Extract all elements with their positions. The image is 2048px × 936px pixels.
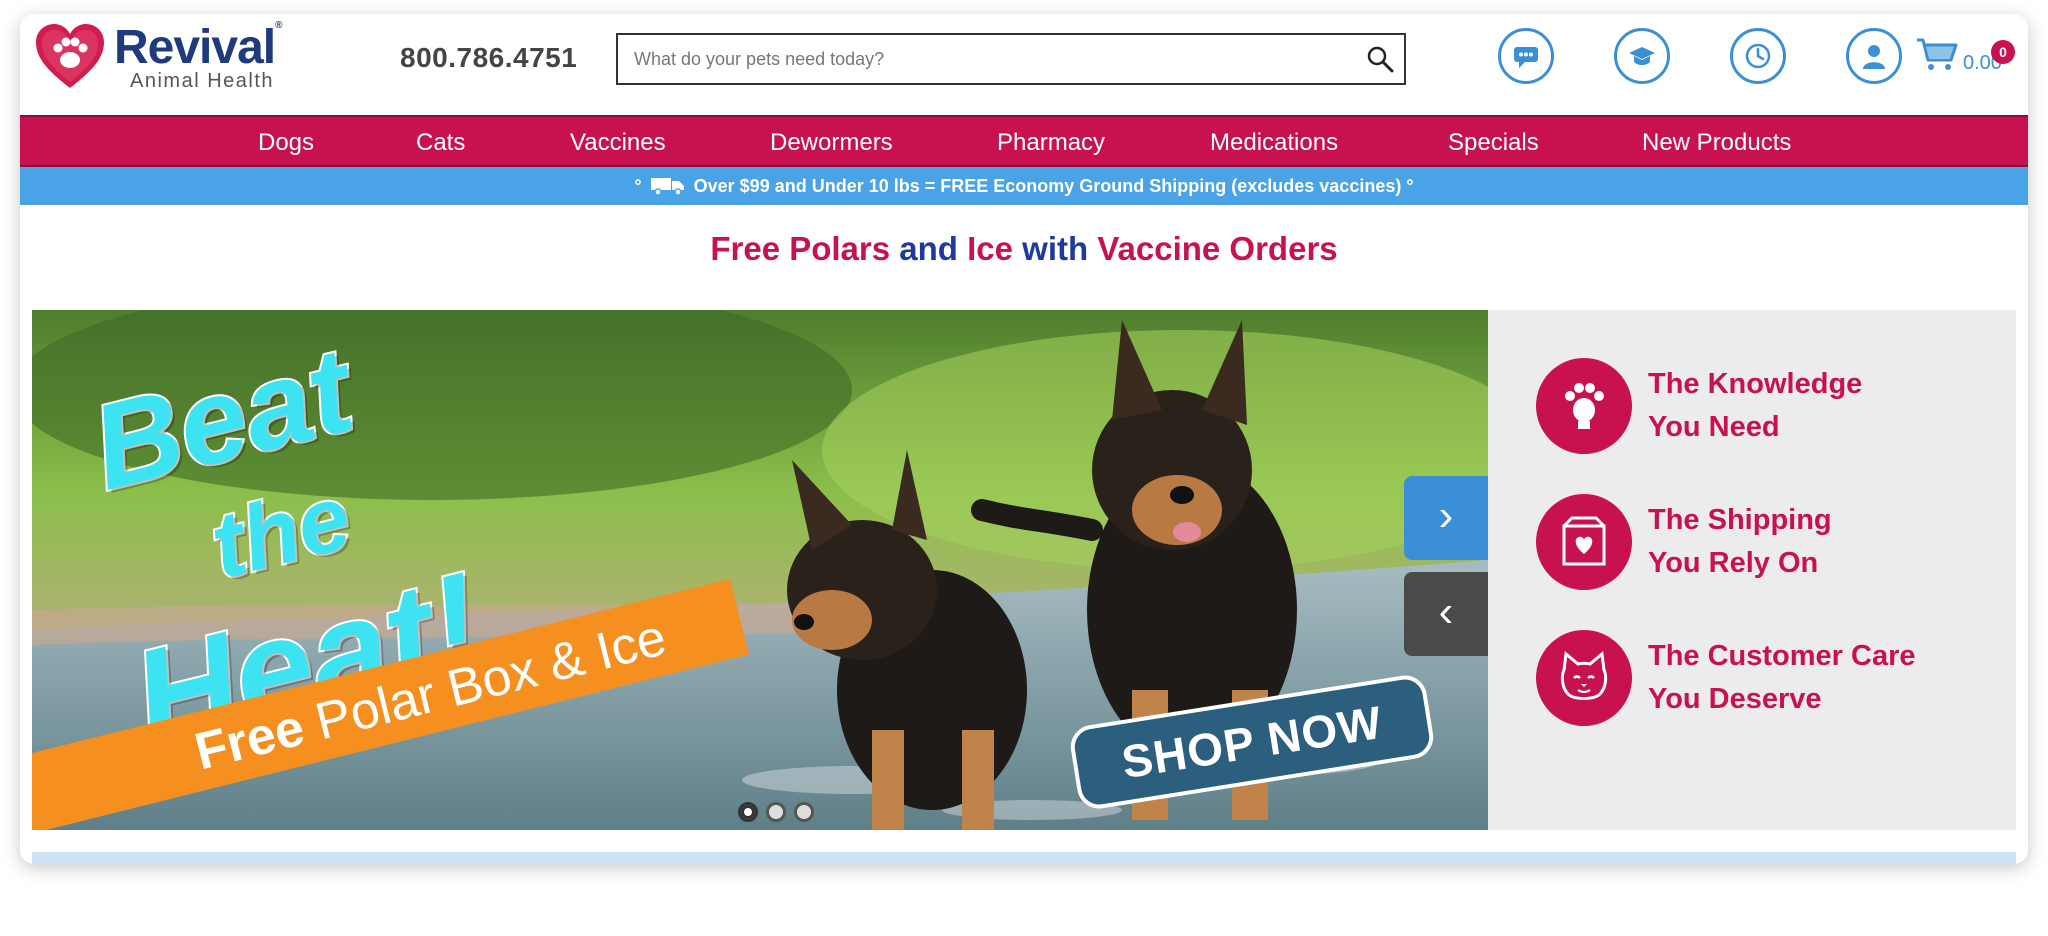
chat-button[interactable] [1498,28,1554,84]
cart-count-badge: 0 [1991,40,2015,64]
nav-item-dogs[interactable]: Dogs [258,129,314,157]
carousel-prev-button[interactable]: ‹ [1404,572,1488,656]
clock-icon [1745,43,1771,69]
promo-headline[interactable]: Free Polars and Ice with Vaccine Orders [20,230,2028,268]
search-icon[interactable] [1366,45,1394,73]
features-panel: The Knowledge You Need The Shipping You … [1488,310,2016,830]
nav-item-medications[interactable]: Medications [1210,129,1338,157]
feature-icon-circle [1536,630,1632,726]
nav-item-pharmacy[interactable]: Pharmacy [997,129,1105,157]
education-button[interactable] [1614,28,1670,84]
history-button[interactable] [1730,28,1786,84]
carousel-dot-3[interactable] [794,802,814,822]
feature-title: The Customer Care [1648,640,1916,672]
user-icon [1863,45,1885,69]
heart-box-icon [1562,516,1606,566]
feature-title: The Shipping [1648,504,1832,536]
browser-page: Revival® Animal Health 800.786.4751 What… [20,14,2028,864]
brand-tagline: Animal Health [130,70,275,92]
account-button[interactable] [1846,28,1902,84]
nav-item-vaccines[interactable]: Vaccines [570,129,666,157]
nav-item-new-products[interactable]: New Products [1642,129,1791,157]
brand-name: Revival® [114,20,283,74]
hero-carousel: Beat the Heat! Free Polar Box & Ice SHOP… [32,310,1488,830]
chat-icon [1514,47,1538,68]
feature-icon-circle [1536,358,1632,454]
search-input[interactable] [618,35,1358,83]
feature-shipping[interactable]: The Shipping You Rely On [1536,494,1996,594]
feature-subtitle: You Rely On [1648,547,1819,579]
nav-item-cats[interactable]: Cats [416,129,465,157]
truck-icon [650,177,684,196]
feature-icon-circle [1536,494,1632,590]
carousel-dot-1[interactable] [738,802,758,822]
main-nav: Dogs Cats Vaccines Dewormers Pharmacy Me… [20,115,2028,167]
feature-title: The Knowledge [1648,368,1863,400]
feature-subtitle: You Need [1648,411,1780,443]
search-bar [616,33,1406,85]
cat-face-icon [1560,651,1608,700]
phone-number[interactable]: 800.786.4751 [400,42,577,74]
heart-paw-logo-icon [36,24,104,88]
carousel-dots [738,802,822,827]
content-divider [32,852,2016,864]
paw-lightbulb-icon [1565,383,1604,429]
cart-button[interactable]: 0.00 0 [1915,26,2025,86]
site-header: Revival® Animal Health 800.786.4751 What… [20,14,2028,114]
nav-item-specials[interactable]: Specials [1448,129,1539,157]
graduation-cap-icon [1629,47,1655,65]
feature-subtitle: You Deserve [1648,683,1822,715]
feature-knowledge[interactable]: The Knowledge You Need [1536,358,1996,458]
carousel-dot-2[interactable] [766,802,786,822]
feature-customer-care[interactable]: The Customer Care You Deserve [1536,630,1996,730]
nav-item-dewormers[interactable]: Dewormers [770,129,893,157]
shopping-cart-icon [1917,38,1958,70]
logo[interactable]: Revival® Animal Health [34,20,294,104]
carousel-next-button[interactable]: › [1404,476,1488,560]
shipping-banner[interactable]: ° Over $99 and Under 10 lbs = FREE Econo… [20,167,2028,205]
shipping-text: Over $99 and Under 10 lbs = FREE Economy… [693,176,1402,196]
